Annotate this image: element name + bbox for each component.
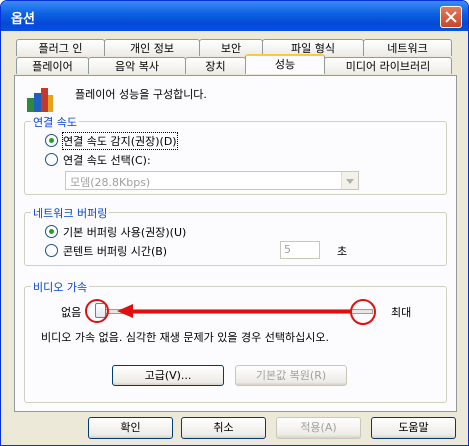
connection-speed-group: 연결 속도 연결 속도 감지(권장)(D) 연결 속도 선택(C): 모뎀(28… xyxy=(24,114,447,195)
default-buffering-label[interactable]: 기본 버퍼링 사용(권장)(U) xyxy=(63,224,186,240)
cancel-button[interactable]: 취소 xyxy=(181,417,266,439)
tab-plugins[interactable]: 플러그 인 xyxy=(16,39,105,56)
slider-max-label: 최대 xyxy=(391,306,412,319)
seconds-unit-label: 초 xyxy=(337,245,348,258)
speed-select-value: 모뎀(28.8Kbps) xyxy=(70,176,151,189)
tab-network[interactable]: 네트워크 xyxy=(363,39,452,56)
network-buffering-legend: 네트워크 버퍼링 xyxy=(31,205,110,221)
performance-panel: 플레이어 성능을 구성합니다. 연결 속도 연결 속도 감지(권장)(D) 연결… xyxy=(14,75,457,412)
tab-privacy[interactable]: 개인 정보 xyxy=(104,39,200,56)
tab-rip-music[interactable]: 음악 복사 xyxy=(88,57,186,74)
page-heading: 플레이어 성능을 구성합니다. xyxy=(75,88,207,101)
connection-speed-legend: 연결 속도 xyxy=(31,114,79,130)
tab-row-back: 플러그 인 개인 정보 보안 파일 형식 네트워크 xyxy=(16,39,452,57)
window-title: 옵션 xyxy=(11,12,35,27)
tab-player[interactable]: 플레이어 xyxy=(16,57,89,74)
tab-performance[interactable]: 성능 xyxy=(245,54,325,74)
custom-buffering-label[interactable]: 콘텐트 버퍼링 시간(B) xyxy=(63,243,167,259)
help-button[interactable]: 도움말 xyxy=(371,417,456,439)
network-buffering-group: 네트워크 버퍼링 기본 버퍼링 사용(권장)(U) 콘텐트 버퍼링 시간(B) … xyxy=(24,205,447,266)
default-buffering-radio[interactable] xyxy=(45,225,58,238)
acceleration-description: 비디오 가속 없음. 심각한 재생 문제가 있을 경우 선택하십시오. xyxy=(41,331,329,344)
advanced-button[interactable]: 고급(V)... xyxy=(112,365,224,386)
annotation-arrow-head-icon xyxy=(117,304,133,318)
restore-defaults-button[interactable]: 기본값 복원(R) xyxy=(235,365,347,386)
tab-row-front: 플레이어 음악 복사 장치 성능 미디어 라이브러리 xyxy=(16,54,452,75)
title-bar[interactable]: 옵션 xyxy=(1,1,468,31)
choose-speed-radio[interactable] xyxy=(45,153,58,166)
ok-button[interactable]: 확인 xyxy=(88,417,173,439)
chevron-down-icon[interactable] xyxy=(341,172,358,189)
video-acceleration-legend: 비디오 가속 xyxy=(31,279,90,295)
buffering-seconds-input[interactable]: 5 xyxy=(280,241,320,259)
options-dialog: 옵션 플러그 인 개인 정보 보안 파일 형식 네트워크 플레이어 음악 복사 … xyxy=(0,0,469,446)
annotation-circle-min xyxy=(85,299,109,323)
detect-speed-radio[interactable] xyxy=(45,134,58,147)
annotation-arrow-line xyxy=(131,310,351,313)
custom-buffering-radio[interactable] xyxy=(45,244,58,257)
close-icon[interactable] xyxy=(440,6,462,28)
tab-devices[interactable]: 장치 xyxy=(185,57,246,74)
choose-speed-label[interactable]: 연결 속도 선택(C): xyxy=(63,152,151,168)
apply-button[interactable]: 적용(A) xyxy=(276,417,361,439)
slider-min-label: 없음 xyxy=(61,306,82,319)
tab-media-library[interactable]: 미디어 라이브러리 xyxy=(324,57,452,74)
performance-chart-icon xyxy=(27,88,53,112)
speed-select[interactable]: 모뎀(28.8Kbps) xyxy=(65,171,359,190)
detect-speed-label[interactable]: 연결 속도 감지(권장)(D) xyxy=(62,132,178,150)
annotation-circle-max xyxy=(350,299,376,325)
